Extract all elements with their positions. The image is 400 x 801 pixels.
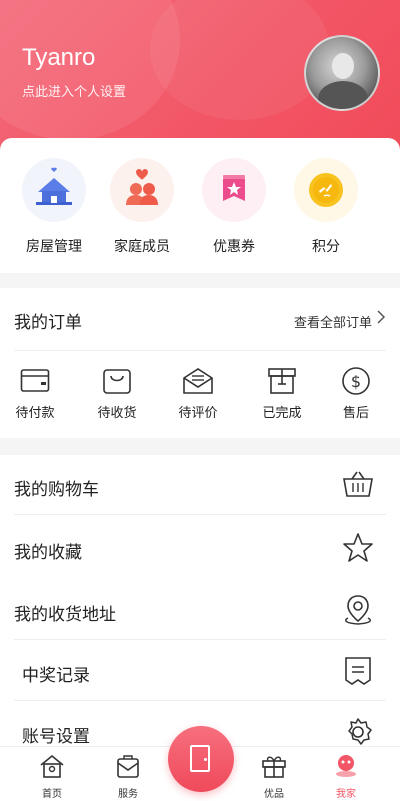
order-pending-payment[interactable]: 待付款 [3, 366, 67, 421]
house-icon [22, 158, 86, 222]
avatar[interactable] [304, 35, 380, 111]
header-decoration [150, 0, 330, 120]
star-icon [342, 532, 374, 564]
chevron-right-icon[interactable] [376, 310, 386, 328]
orders-title: 我的订单 [14, 313, 82, 333]
tab-home[interactable]: 首页 [22, 753, 82, 800]
tab-label: 首页 [42, 789, 62, 800]
quick-label: 家庭成员 [114, 239, 170, 255]
quick-label: 优惠券 [213, 239, 255, 255]
order-pending-receipt[interactable]: 待收货 [85, 366, 149, 421]
box-icon [250, 366, 314, 396]
points-item[interactable]: 积分 [286, 158, 366, 256]
menu-list: 我的购物车 我的收藏 我的收货地址 中奖记录 账号设置 [0, 455, 400, 747]
view-all-orders-link[interactable]: 查看全部订单 [294, 312, 372, 331]
order-completed[interactable]: 已完成 [250, 366, 314, 421]
tab-service[interactable]: 服务 [98, 753, 158, 800]
house-management-item[interactable]: 房屋管理 [14, 158, 94, 256]
my-orders-section: 我的订单 查看全部订单 待付款 待收货 待评价 已完成 $ 售后 [0, 288, 400, 438]
quick-label: 房屋管理 [26, 239, 82, 255]
profile-settings-link[interactable]: 点此进入个人设置 [22, 81, 126, 100]
receipt-icon [342, 655, 374, 687]
menu-label: 我的收货地址 [14, 605, 116, 625]
order-label: 售后 [342, 406, 369, 421]
order-label: 待收货 [97, 406, 137, 421]
service-icon [98, 753, 158, 783]
tab-label: 我家 [336, 789, 356, 800]
family-members-icon [110, 158, 174, 222]
basket-icon [342, 469, 374, 501]
home-icon [22, 753, 82, 783]
wallet-icon [3, 366, 67, 396]
order-pending-review[interactable]: 待评价 [166, 366, 230, 421]
my-home-icon [316, 753, 376, 783]
tab-label: 优品 [264, 789, 284, 800]
tab-products[interactable]: 优品 [244, 753, 304, 800]
envelope-icon [166, 366, 230, 396]
door-icon [190, 745, 210, 772]
menu-item-prize-records[interactable]: 中奖记录 [0, 641, 400, 701]
order-label: 待付款 [15, 406, 55, 421]
coupon-icon [202, 158, 266, 222]
family-members-item[interactable]: 家庭成员 [102, 158, 182, 256]
divider [14, 639, 386, 640]
divider [14, 350, 386, 351]
center-door-button[interactable] [168, 726, 234, 792]
menu-label: 账号设置 [22, 727, 90, 747]
menu-label: 中奖记录 [22, 666, 90, 686]
coupon-item[interactable]: 优惠券 [194, 158, 274, 256]
order-after-sales[interactable]: $ 售后 [324, 366, 388, 421]
divider [14, 700, 386, 701]
menu-label: 我的购物车 [14, 480, 99, 500]
menu-label: 我的收藏 [14, 543, 82, 563]
gift-icon [244, 753, 304, 783]
gear-icon [342, 716, 374, 748]
location-icon [342, 594, 374, 626]
svg-text:$: $ [351, 372, 361, 391]
tab-label: 服务 [118, 789, 138, 800]
bag-icon [85, 366, 149, 396]
order-label: 待评价 [178, 406, 218, 421]
menu-item-cart[interactable]: 我的购物车 [0, 455, 400, 515]
menu-item-address[interactable]: 我的收货地址 [0, 580, 400, 640]
dollar-icon: $ [324, 366, 388, 396]
divider [14, 514, 386, 515]
tab-my-home[interactable]: 我家 [316, 753, 376, 800]
quick-label: 积分 [312, 239, 340, 255]
order-label: 已完成 [262, 406, 302, 421]
quick-actions: 房屋管理 家庭成员 优惠券 积分 [0, 138, 400, 273]
username[interactable]: Tyanro [22, 44, 95, 72]
menu-item-favorites[interactable]: 我的收藏 [0, 518, 400, 578]
points-icon [294, 158, 358, 222]
